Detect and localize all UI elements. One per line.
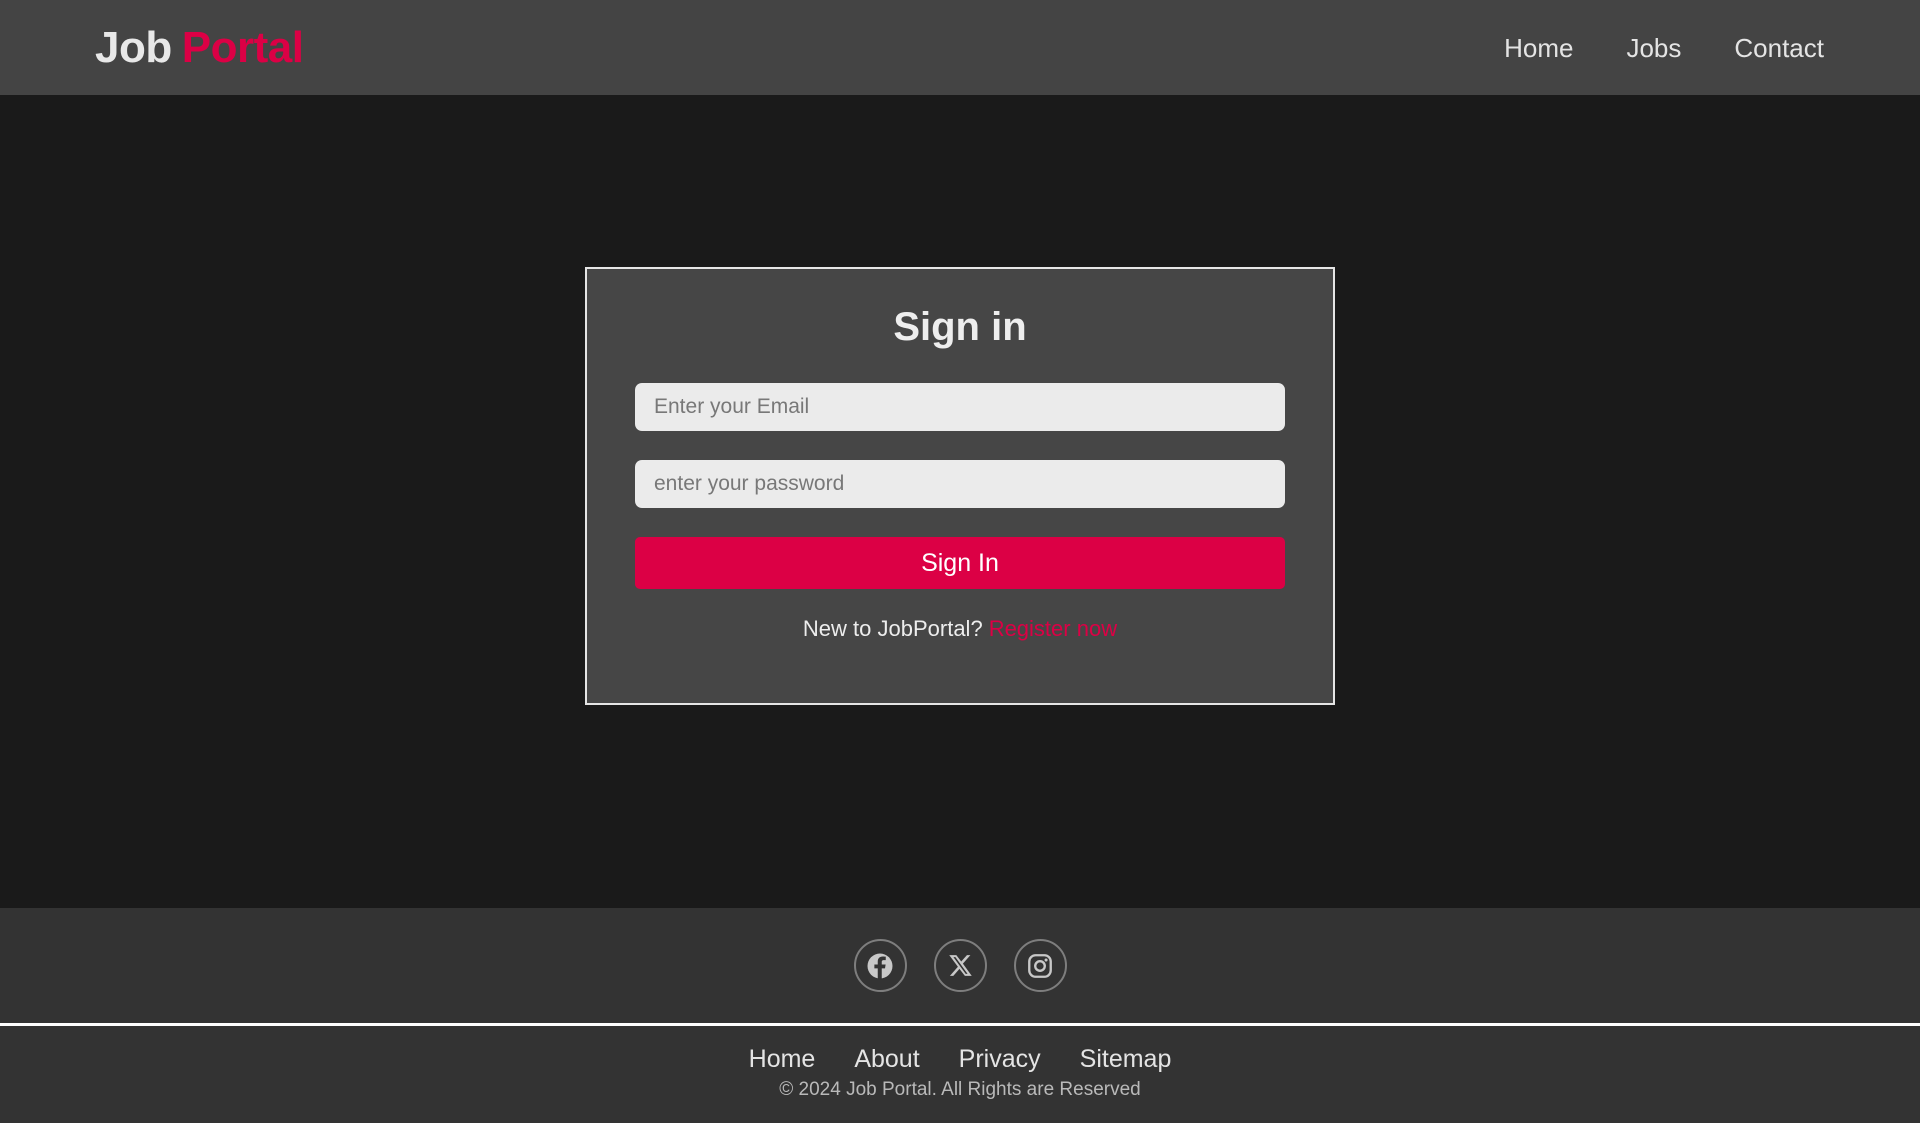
signin-card: Sign in Sign In New to JobPortal?Registe… xyxy=(585,267,1335,705)
brand-logo-primary: Job xyxy=(95,22,172,72)
sign-in-button[interactable]: Sign In xyxy=(635,537,1285,589)
footer-link-sitemap[interactable]: Sitemap xyxy=(1080,1046,1172,1072)
site-footer: Home About Privacy Sitemap © 2024 Job Po… xyxy=(0,908,1920,1123)
footer-bottom: Home About Privacy Sitemap © 2024 Job Po… xyxy=(0,1026,1920,1123)
brand-logo-accent: Portal xyxy=(181,22,304,72)
facebook-icon[interactable] xyxy=(853,939,907,992)
site-header: Job Portal Home Jobs Contact xyxy=(0,0,1920,95)
email-field[interactable] xyxy=(635,383,1285,431)
nav-link-home[interactable]: Home xyxy=(1504,35,1573,61)
nav-link-jobs[interactable]: Jobs xyxy=(1626,35,1681,61)
footer-link-about[interactable]: About xyxy=(854,1046,919,1072)
social-links-row xyxy=(0,908,1920,1023)
instagram-icon[interactable] xyxy=(1013,939,1067,992)
password-field[interactable] xyxy=(635,460,1285,508)
nav-link-contact[interactable]: Contact xyxy=(1734,35,1824,61)
brand-logo[interactable]: Job Portal xyxy=(95,22,304,72)
footer-link-privacy[interactable]: Privacy xyxy=(959,1046,1041,1072)
x-twitter-icon[interactable] xyxy=(933,939,987,992)
page-main: Sign in Sign In New to JobPortal?Registe… xyxy=(0,95,1920,908)
main-navigation: Home Jobs Contact xyxy=(1504,35,1824,61)
register-prompt-text: New to JobPortal? xyxy=(802,616,983,641)
footer-navigation: Home About Privacy Sitemap xyxy=(749,1046,1172,1072)
register-now-link[interactable]: Register now xyxy=(989,616,1117,641)
copyright-text: © 2024 Job Portal. All Rights are Reserv… xyxy=(779,1078,1141,1100)
footer-link-home[interactable]: Home xyxy=(749,1046,816,1072)
register-prompt-row: New to JobPortal? Register now xyxy=(635,616,1285,642)
page-title: Sign in xyxy=(893,305,1027,349)
